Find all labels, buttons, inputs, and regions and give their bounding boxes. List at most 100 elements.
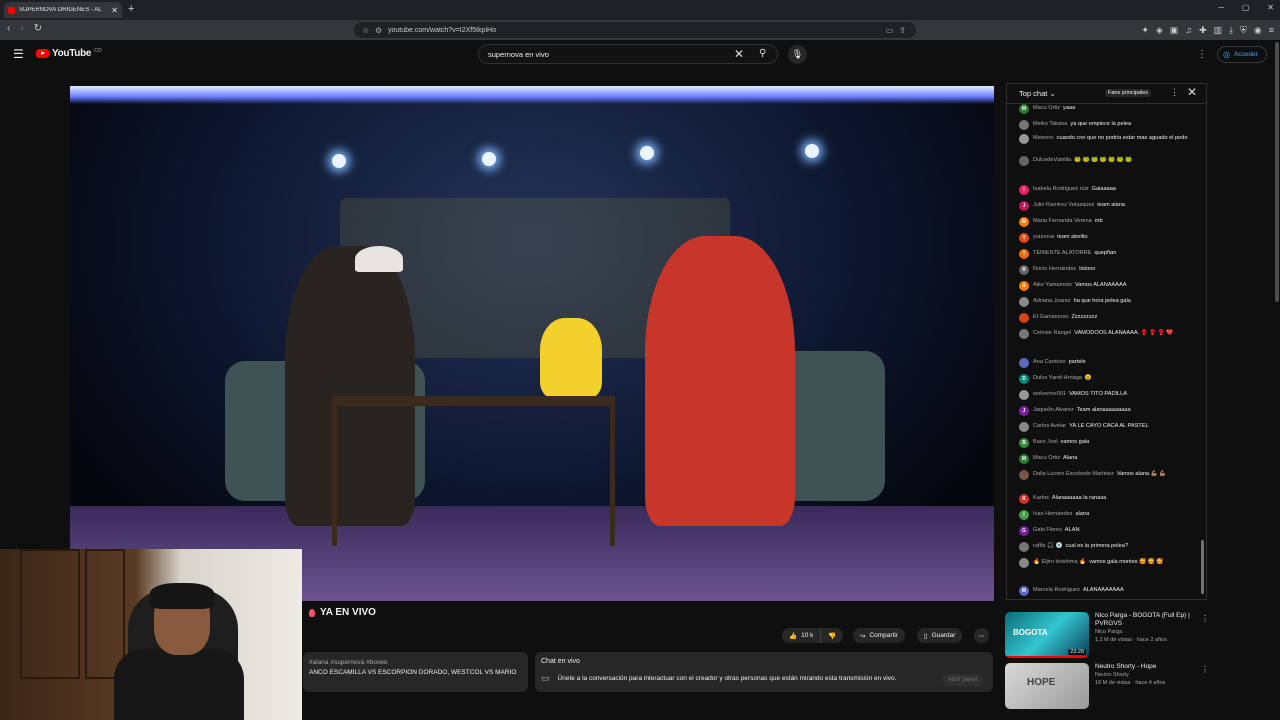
open-panel-button[interactable]: Abrir panel xyxy=(941,674,983,686)
forward-icon[interactable]: › xyxy=(20,23,23,34)
chat-avatar[interactable]: J xyxy=(1019,406,1029,416)
back-icon[interactable]: ‹ xyxy=(7,23,10,34)
chat-avatar[interactable] xyxy=(1019,297,1029,307)
chat-avatar[interactable] xyxy=(1019,390,1029,400)
chat-author[interactable]: TENIENTE ALATORRE xyxy=(1033,250,1092,256)
new-tab-button[interactable]: + xyxy=(128,3,134,15)
profile-icon[interactable]: ◉ xyxy=(1254,25,1262,36)
chat-author[interactable]: Adriana Juarez xyxy=(1033,298,1071,304)
description-box[interactable]: #alana #supernova #boxeo ANCO ESCAMILLA … xyxy=(303,652,528,692)
chat-avatar[interactable]: M xyxy=(1019,104,1029,114)
chat-avatar[interactable]: I xyxy=(1019,510,1029,520)
share-icon[interactable]: ⇪ xyxy=(899,26,906,35)
restore-icon[interactable]: ▢ xyxy=(1242,3,1250,12)
extension-icon[interactable]: ▣ xyxy=(1170,25,1179,36)
chat-avatar[interactable] xyxy=(1019,156,1029,166)
extension-icon[interactable]: ◈ xyxy=(1156,25,1163,36)
puzzle-icon[interactable]: ✚ xyxy=(1199,25,1207,36)
chat-avatar[interactable]: J xyxy=(1019,201,1029,211)
shield-icon[interactable]: ⛨ xyxy=(1240,25,1247,36)
hamburger-menu-icon[interactable]: ☰ xyxy=(13,47,24,61)
site-info-icon[interactable]: ⚙ xyxy=(375,26,382,35)
chat-author[interactable]: Karlos xyxy=(1033,495,1049,501)
chat-mode-dropdown[interactable]: Top chat ⌄ xyxy=(1019,89,1056,98)
chat-avatar[interactable]: M xyxy=(1019,454,1029,464)
music-icon[interactable]: ♫ xyxy=(1185,25,1192,36)
chat-author[interactable]: Dalia Lucero Escobedo Martinez xyxy=(1033,471,1114,477)
chat-avatar[interactable]: G xyxy=(1019,526,1029,536)
chat-author[interactable]: yuunova xyxy=(1033,234,1054,240)
chat-options-icon[interactable]: ⋮ xyxy=(1170,87,1179,98)
chat-author[interactable]: Julio Ramirez Velazquez xyxy=(1033,202,1094,208)
chat-avatar[interactable]: B xyxy=(1019,438,1029,448)
chat-avatar[interactable]: K xyxy=(1019,494,1029,504)
chat-avatar[interactable] xyxy=(1019,542,1029,552)
video-thumbnail[interactable]: BOGOTA 23:28 xyxy=(1005,612,1089,658)
search-input[interactable]: supernova en vivo ✕ ⚲ xyxy=(478,44,778,64)
chat-avatar[interactable]: R xyxy=(1019,265,1029,275)
chat-author[interactable]: Maria Fernanda Verena xyxy=(1033,218,1092,224)
close-window-icon[interactable]: ✕ xyxy=(1267,3,1274,12)
chat-author[interactable]: Macu Ortiz xyxy=(1033,455,1060,461)
chat-author[interactable]: Meteoro xyxy=(1033,135,1054,141)
chat-author[interactable]: wolverine001 xyxy=(1033,391,1066,397)
install-icon[interactable]: ▭ xyxy=(886,26,894,35)
video-player[interactable] xyxy=(70,86,994,601)
minimize-icon[interactable]: ─ xyxy=(1218,3,1224,12)
like-button[interactable]: 👍 10 k xyxy=(782,628,821,643)
signin-button[interactable]: ◎ Acceder xyxy=(1217,46,1267,63)
chat-avatar[interactable]: A xyxy=(1019,281,1029,291)
chat-author[interactable]: Aiko Yamamoto xyxy=(1033,282,1072,288)
chat-avatar[interactable] xyxy=(1019,134,1029,144)
voice-search-button[interactable]: 🎙 xyxy=(788,45,807,64)
chat-author[interactable]: 🔥 Eljiro kirishima 🔥 xyxy=(1033,559,1086,565)
chat-messages[interactable]: M Macu Ortiz yaaa Meiko Takana ya que empiec… xyxy=(1007,104,1202,600)
recommended-video[interactable]: BOGOTA 23:28 Nico Parga - BOGOTA (Full E… xyxy=(1005,612,1209,658)
browser-tab[interactable]: SUPERNOVA ORIGENES - AL ✕ xyxy=(4,2,122,18)
download-icon[interactable]: ⤓ xyxy=(1229,25,1233,36)
search-icon[interactable]: ⚲ xyxy=(759,48,766,59)
chat-avatar[interactable]: D xyxy=(1019,374,1029,384)
top-fans-badge[interactable]: Fans principales xyxy=(1105,89,1152,97)
chat-author[interactable]: Jaquelin Alvarez xyxy=(1033,407,1074,413)
chat-author[interactable]: Baez Joel xyxy=(1033,439,1058,445)
video-thumbnail[interactable]: HOPE xyxy=(1005,663,1089,709)
tab-close-icon[interactable]: ✕ xyxy=(111,6,118,15)
chat-scrollbar[interactable] xyxy=(1201,540,1204,594)
chat-author[interactable]: Macu Ortiz xyxy=(1033,105,1060,111)
bookmark-icon[interactable]: ☆ xyxy=(362,26,369,35)
close-chat-icon[interactable]: ✕ xyxy=(1187,85,1197,99)
chat-author[interactable]: rafifa 🎧 💿 xyxy=(1033,543,1062,549)
chat-author[interactable]: Carlos Avelar xyxy=(1033,423,1066,429)
chat-avatar[interactable] xyxy=(1019,329,1029,339)
chat-avatar[interactable]: I xyxy=(1019,185,1029,195)
chat-avatar[interactable]: T xyxy=(1019,249,1029,259)
chat-avatar[interactable]: Y xyxy=(1019,233,1029,243)
chat-author[interactable]: Meiko Takana xyxy=(1033,121,1067,127)
more-options-icon[interactable]: ⋮ xyxy=(1197,49,1207,60)
share-button[interactable]: ↪ Compartir xyxy=(853,628,905,643)
chat-author[interactable]: Dulce Yareli Arriaga xyxy=(1033,375,1082,381)
chat-avatar[interactable] xyxy=(1019,558,1029,568)
chat-avatar[interactable] xyxy=(1019,120,1029,130)
rec-menu-icon[interactable]: ⋮ xyxy=(1201,665,1209,674)
chat-author[interactable]: Celeste Rangel xyxy=(1033,330,1071,336)
chat-avatar[interactable] xyxy=(1019,422,1029,432)
chat-avatar[interactable] xyxy=(1019,313,1029,323)
address-bar[interactable]: ☆ ⚙ youtube.com/watch?v=I2Xf5tkpiHo ▭ ⇪ xyxy=(354,22,916,38)
chat-avatar[interactable]: M xyxy=(1019,217,1029,227)
chat-author[interactable]: Marcela Rodriguez xyxy=(1033,587,1080,593)
recommended-video[interactable]: HOPE Neutro Shorty - Hope Neutro Shorty … xyxy=(1005,663,1209,709)
more-actions-button[interactable]: ⋯ xyxy=(974,628,989,643)
chat-author[interactable]: Ivan Hernández xyxy=(1033,511,1073,517)
chat-avatar[interactable]: M xyxy=(1019,586,1029,596)
dislike-button[interactable]: 👎 xyxy=(820,628,844,643)
clear-search-icon[interactable]: ✕ xyxy=(734,47,744,61)
extension-icon[interactable]: ✦ xyxy=(1141,25,1149,36)
sidebar-icon[interactable]: ▥ xyxy=(1214,25,1223,36)
rec-menu-icon[interactable]: ⋮ xyxy=(1201,614,1209,623)
save-button[interactable]: ▯ Guardar xyxy=(917,628,963,643)
chat-author[interactable]: DulcedeVainilla xyxy=(1033,157,1071,163)
reload-icon[interactable]: ↻ xyxy=(34,23,42,34)
chat-author[interactable]: Rocio Hernández xyxy=(1033,266,1076,272)
